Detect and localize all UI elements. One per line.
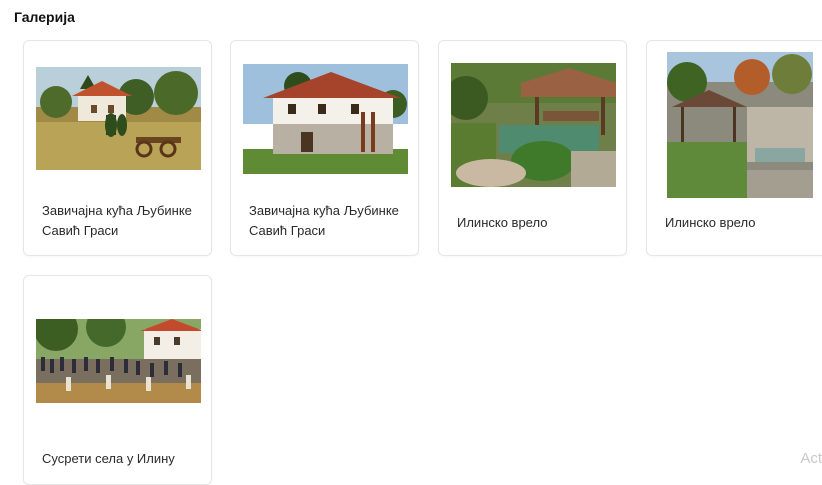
gallery-caption-5: Сусрети села у Илину: [42, 451, 175, 466]
gallery-card-2[interactable]: Завичајна кућа Љубинке Савић Граси: [230, 40, 419, 256]
gallery-card-3[interactable]: Илинско врело: [438, 40, 627, 256]
gallery-title: Галерија: [14, 9, 75, 25]
gallery-image-4[interactable]: [667, 52, 813, 198]
gallery-caption-4: Илинско врело: [665, 215, 756, 230]
gallery-card-1[interactable]: Завичајна кућа Љубинке Савић Граси: [23, 40, 212, 256]
gallery-image-3[interactable]: [451, 63, 616, 187]
activate-watermark: Act: [800, 450, 822, 467]
gallery-card-4[interactable]: Илинско врело: [646, 40, 822, 256]
gallery-image-1[interactable]: [36, 67, 201, 170]
gallery-card-5[interactable]: Сусрети села у Илину: [23, 275, 212, 485]
gallery-caption-1: Завичајна кућа Љубинке Савић Граси: [42, 203, 192, 238]
gallery-image-2[interactable]: [243, 64, 408, 174]
gallery-caption-2: Завичајна кућа Љубинке Савић Граси: [249, 203, 399, 238]
gallery-caption-3: Илинско врело: [457, 215, 548, 230]
gallery-image-5[interactable]: [36, 319, 201, 403]
